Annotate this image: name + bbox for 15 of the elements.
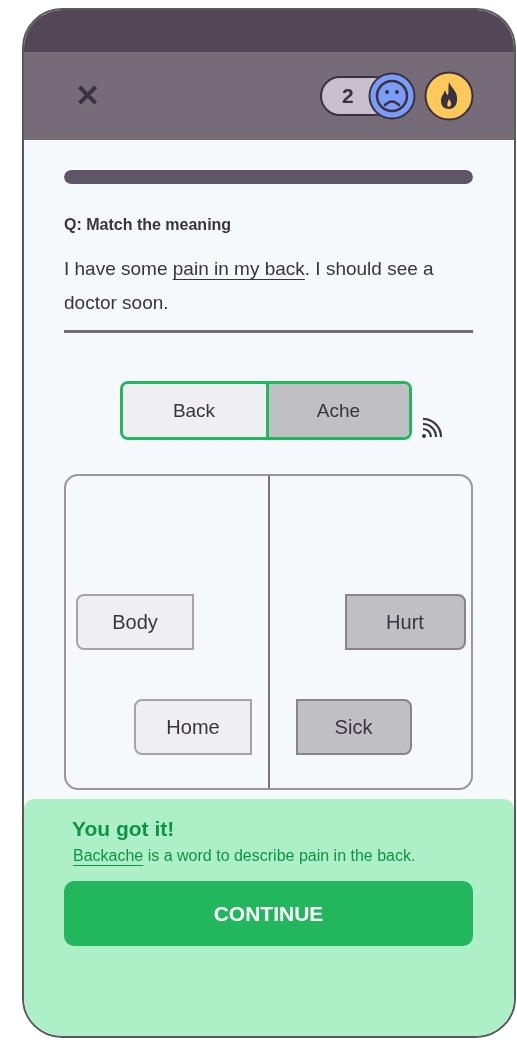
word-card[interactable]: Sick bbox=[295, 699, 412, 755]
word-card[interactable]: Hurt bbox=[344, 594, 466, 650]
sad-face-icon bbox=[368, 72, 416, 120]
word-card[interactable]: Back bbox=[122, 384, 266, 437]
word-card[interactable]: Body bbox=[76, 594, 194, 650]
word-card[interactable]: Ache bbox=[265, 384, 409, 437]
feedback-title: You got it! bbox=[71, 817, 176, 841]
question-sentence: I have some pain in my back. I should see a doctor soon. bbox=[64, 252, 473, 333]
question-label: Q: Match the meaning bbox=[64, 216, 233, 234]
highlighted-word: Backache bbox=[73, 847, 144, 864]
feedback-text: Backache is a word to describe pain in the back. bbox=[72, 847, 417, 865]
highlighted-phrase: pain in my back bbox=[172, 258, 305, 279]
sound-waves-icon[interactable] bbox=[419, 418, 442, 440]
flame-icon bbox=[424, 71, 474, 121]
word-card[interactable]: Home bbox=[134, 699, 252, 755]
